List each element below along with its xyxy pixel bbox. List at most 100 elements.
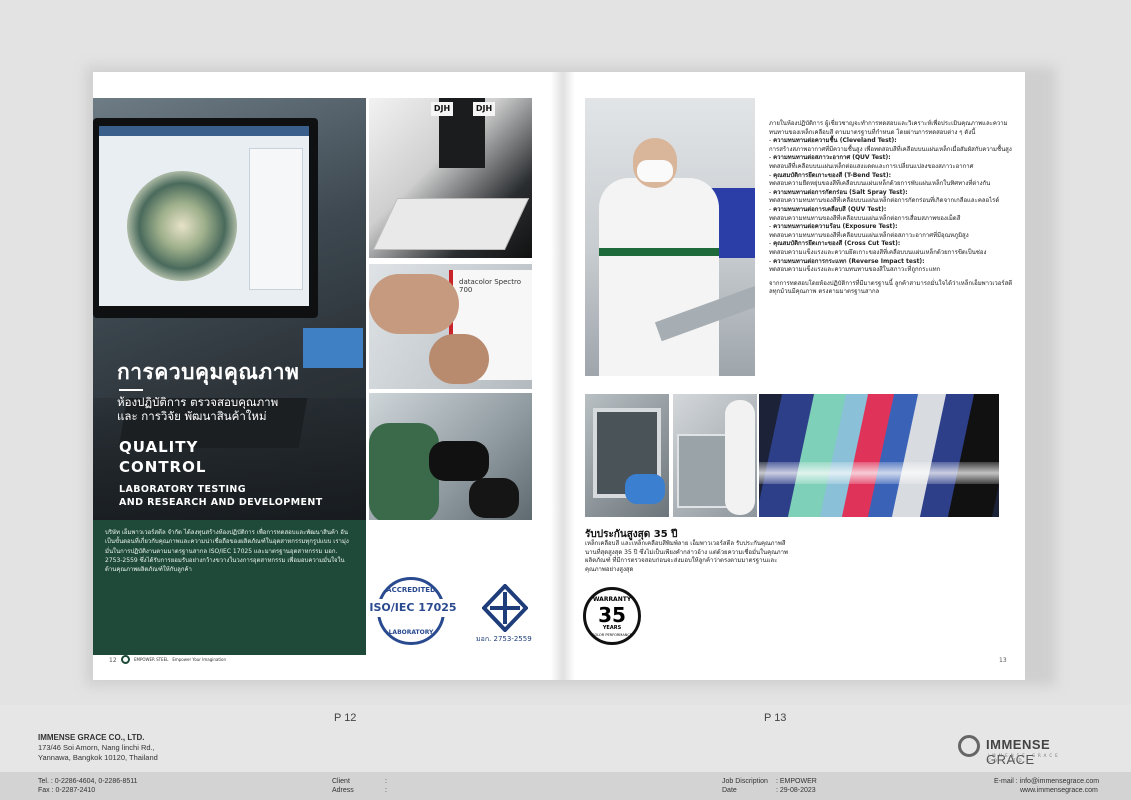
badge-bottom: COLOR PERFORMANCE [592,633,632,637]
test-item: - ความทนทานต่อสภาวะอากาศ (QUV Test): ทดสอ… [769,154,974,170]
test-name: ความทนทานต่อสภาวะอากาศ (QUV Test): [773,154,891,162]
test-desc: ทดสอบสีที่เคลือบบนแผ่นเหล็กต่อแสงแดดและก… [769,162,974,170]
face-mask [637,160,673,182]
test-desc: ทดสอบความยืดหยุ่นของสีที่เคลือบบนแผ่นเหล… [769,180,991,188]
en-title-line-1: QUALITY [119,438,199,456]
cert-bottom-text: LABORATORY [388,629,434,636]
test-desc: ทดสอบความทนทานของสีที่เคลือบบนแผ่นเหล็กต… [769,197,1000,205]
test-name: ความทนทานต่อการกระแทก (Reverse Impact te… [773,257,925,265]
en-subtitle-2: AND RESEARCH AND DEVELOPMENT [119,497,323,508]
badge-top: WARRANTY [592,596,632,603]
photo-microscope: DJH DJH [369,98,532,258]
test-item: - คุณสมบัติการยึดเกาะของสี (T-Bend Test)… [769,171,991,188]
tests-intro: ภายในห้องปฏิบัติการ ผู้เชี่ยวชาญจะทำการท… [769,120,1008,136]
test-item: - ความทนทานต่อการเคลือบสี (QUV Test): ทดส… [769,205,961,222]
monitor [93,118,318,318]
test-name: ความทนทานต่อการเคลือบสี (QUV Test): [773,205,887,213]
footer-logo: EMPOWER STEEL Empower Your Imagination [121,655,226,664]
empower-logo-icon [121,655,130,664]
black-glove-2 [469,478,519,518]
en-title: QUALITY CONTROL [119,437,357,477]
photo-technician-2 [673,394,757,517]
photo-color-panels [759,394,999,517]
footer-job-value: : EMPOWER [776,778,817,785]
photo-gloved-test [369,393,532,520]
iso-17025-logo: ACCREDITED LABORATORY ISO/IEC 17025 [367,577,463,647]
microscope-label-2: DJH [473,102,495,116]
page-label-left: P 12 [334,712,357,724]
arm-green-sleeve [369,423,439,520]
hand-lower [429,334,489,384]
warranty-text: เหล็กเคลือบสี และเหล็กเคลือบสีพิมพ์ลาย เ… [585,540,788,573]
technician-coat [725,400,755,515]
thai-title: การควบคุมคุณภาพ [117,360,300,384]
company-address-1: 173/46 Soi Amorn, Nang linchi Rd., [38,743,155,752]
test-name: คุณสมบัติการยึดเกาะของสี (Cross Cut Test… [773,240,901,248]
footer-client-value: : [385,778,387,785]
footer-address-label: Adress [332,787,354,794]
thai-subtitle-2: และ การวิจัย พัฒนาสินค้าใหม่ [117,409,267,423]
sample-plate [372,198,530,250]
lab-coat [599,178,719,376]
test-desc: ทดสอบความแข็งแรงและความทนทานของสีในสภาวะ… [769,266,941,274]
panel-shine [759,462,999,484]
en-title-line-2: CONTROL [119,458,207,476]
intro-body-text: บริษัท เอ็มพาวเวอร์สตีล จำกัด ได้ลงทุนสร… [105,529,349,574]
test-desc: การสร้างสภาพอากาศที่มีความชื้นสูง เพื่อท… [769,145,1012,153]
test-name: คุณสมบัติการยึดเกาะของสี (T-Bend Test): [773,171,891,179]
page-number-left: 12 [109,657,117,664]
photo-technician [585,98,755,376]
page-number-right: 13 [999,657,1007,664]
hero-text-block: การควบคุมคุณภาพ ห้องปฏิบัติการ ตรวจสอบคุ… [117,360,357,509]
footer-email: E-mail : info@immensegrace.com [994,778,1100,785]
footer-job-label: Job Discription [722,778,768,785]
footer-brand: EMPOWER STEEL [134,657,169,662]
test-desc: ทดสอบความแข็งแรงและความยึดเกาะของสีที่เค… [769,248,987,256]
test-name: ความทนทานต่อความชื้น (Cleveland Test): [773,137,897,145]
test-item: - ความทนทานต่อการกระแทก (Reverse Impact … [769,257,941,274]
brand-word-1: IMMENSE [986,737,1051,752]
test-name: ความทนทานต่อความร้อน (Exposure Test): [773,223,898,231]
tis-logo: มอก. 2753-2559 [476,584,532,644]
spread-gutter [551,72,575,680]
test-name: ความทนทานต่อการกัดกร่อน (Salt Spray Test… [773,188,908,196]
test-item: - ความทนทานต่อความร้อน (Exposure Test): ท… [769,223,969,239]
tis-mark-icon [482,584,528,632]
page-12: การควบคุมคุณภาพ ห้องปฏิบัติการ ตรวจสอบคุ… [93,72,563,680]
footer-web: www.immensegrace.com [1020,787,1098,794]
tests-conclusion: จากการทดสอบโดยห้องปฏิบัติการที่มีมาตรฐาน… [769,279,1013,296]
photo-spectrophotometer: datacolor Spectro 700 [369,264,532,389]
test-desc: ทดสอบความทนทานของสีที่เคลือบบนแผ่นเหล็กต… [769,214,961,222]
microscope-label-1: DJH [431,102,453,116]
test-item: - ความทนทานต่อความชื้น (Cleveland Test):… [769,137,1012,153]
black-glove [429,441,489,481]
footer-client-label: Client [332,778,350,785]
footer-date-value: : 29-08-2023 [776,787,816,794]
blue-glove [625,474,665,504]
thai-subtitle-1: ห้องปฏิบัติการ ตรวจสอบคุณภาพ [117,395,279,409]
page-label-right: P 13 [764,712,787,724]
spectro-device-label: datacolor Spectro 700 [459,278,522,294]
immense-grace-logo: IMMENSE GRACE IMMENSE GRACE CO.,LTD. [958,733,1098,767]
warranty-badge: WARRANTY 35 YEARS COLOR PERFORMANCE [583,587,641,645]
company-name: IMMENSE GRACE CO., LTD. [38,733,145,742]
page-13: ภายในห้องปฏิบัติการ ผู้เชี่ยวชาญจะทำการท… [563,72,1025,680]
footer-date-label: Date [722,787,737,794]
footer-tagline: Empower Your Imagination [172,657,227,662]
intro-box: บริษัท เอ็มพาวเวอร์สตีล จำกัด ได้ลงทุนสร… [93,520,366,655]
screen-header-bar [99,126,309,136]
title-rule [119,389,143,391]
cert-main-text: ISO/IEC 17025 [367,599,459,617]
brand-mark-icon [958,735,980,757]
cert-top-text: ACCREDITED [386,586,436,594]
monitor-screen [99,126,309,306]
brand-tagline: IMMENSE GRACE CO.,LTD. [988,753,1061,763]
badge-number: 35 [598,603,626,627]
sample-image [127,171,237,281]
company-info: IMMENSE GRACE CO., LTD. 173/46 Soi Amorn… [38,733,158,763]
test-desc: ทดสอบความทนทานของสีที่เคลือบบนแผ่นเหล็กต… [769,231,969,239]
tis-label: มอก. 2753-2559 [476,635,532,643]
test-item: - คุณสมบัติการยึดเกาะของสี (Cross Cut Te… [769,240,987,256]
photo-panel-inspection [585,394,669,517]
software-panel [249,148,303,290]
